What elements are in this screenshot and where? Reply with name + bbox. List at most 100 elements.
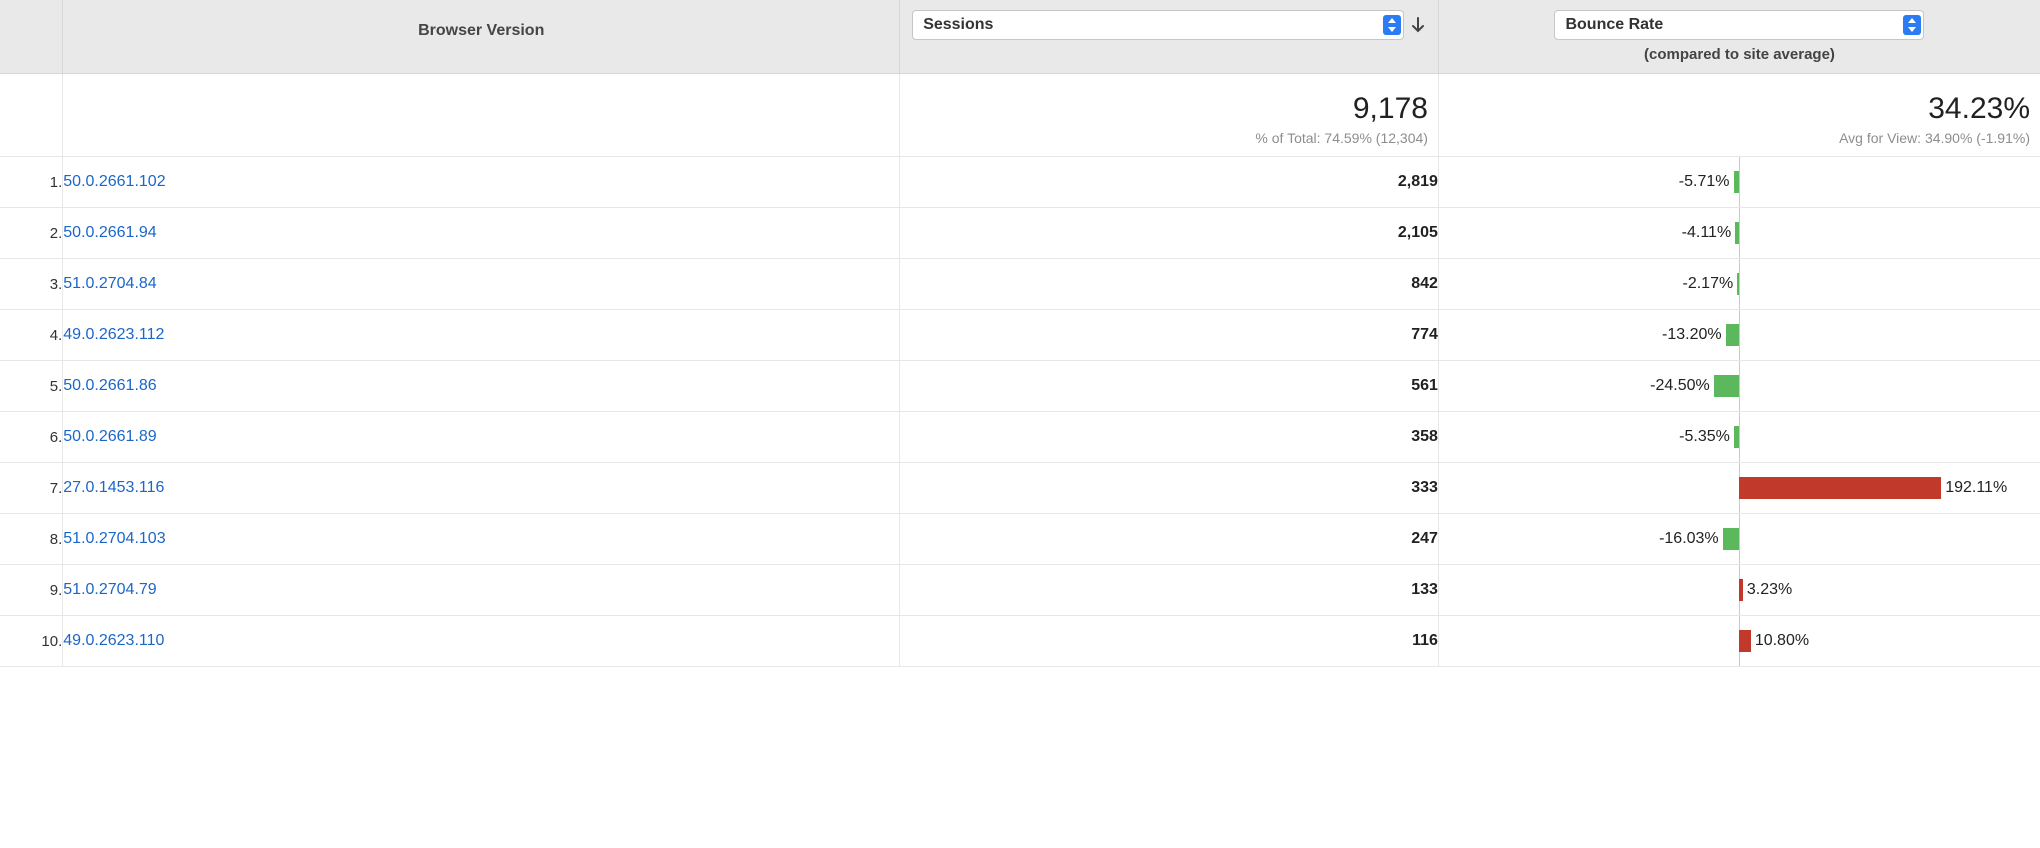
header-browser-version[interactable]: Browser Version — [63, 0, 900, 74]
positive-bar — [1739, 477, 1941, 499]
browser-version-cell: 27.0.1453.116 — [63, 463, 900, 514]
sessions-value: 2,819 — [900, 157, 1439, 208]
sessions-value: 2,105 — [900, 208, 1439, 259]
browser-version-link[interactable]: 49.0.2623.112 — [63, 326, 164, 343]
row-index: 1. — [0, 157, 63, 208]
browser-version-link[interactable]: 49.0.2623.110 — [63, 632, 164, 649]
browser-version-link[interactable]: 27.0.1453.116 — [63, 479, 164, 496]
table-row: 8.51.0.2704.103 247 -16.03% — [0, 514, 2040, 565]
bounce-delta-label: -4.11% — [1682, 224, 1732, 242]
select-arrows-icon — [1903, 15, 1921, 35]
row-index: 3. — [0, 259, 63, 310]
bounce-comparison-cell: -5.71% — [1438, 157, 2040, 208]
table-row: 3.51.0.2704.84 842 -2.17% — [0, 259, 2040, 310]
bounce-comparison-cell: -2.17% — [1438, 259, 2040, 310]
browser-version-cell: 49.0.2623.110 — [63, 616, 900, 667]
bounce-delta-label: 3.23% — [1747, 581, 1792, 599]
negative-bar — [1714, 375, 1740, 397]
browser-version-cell: 51.0.2704.84 — [63, 259, 900, 310]
table-row: 9.51.0.2704.79 133 3.23% — [0, 565, 2040, 616]
sessions-metric-select[interactable]: Sessions — [912, 10, 1404, 40]
bounce-comparison-cell: -4.11% — [1438, 208, 2040, 259]
midline — [1739, 310, 1740, 360]
bounce-comparison-cell: -24.50% — [1438, 361, 2040, 412]
header-index — [0, 0, 63, 74]
table-row: 4.49.0.2623.112 774 -13.20% — [0, 310, 2040, 361]
browser-version-link[interactable]: 50.0.2661.86 — [63, 377, 156, 394]
midline — [1739, 361, 1740, 411]
row-index: 9. — [0, 565, 63, 616]
table-row: 7.27.0.1453.116 333 192.11% — [0, 463, 2040, 514]
table-row: 6.50.0.2661.89358-5.35% — [0, 412, 2040, 463]
browser-version-cell: 50.0.2661.89 — [63, 412, 900, 463]
row-index: 5. — [0, 361, 63, 412]
bounce-metric-select[interactable]: Bounce Rate — [1554, 10, 1924, 40]
browser-version-link[interactable]: 50.0.2661.102 — [63, 173, 165, 190]
midline — [1739, 259, 1740, 309]
negative-bar — [1737, 273, 1739, 295]
midline — [1739, 157, 1740, 207]
bounce-delta-label: -2.17% — [1683, 275, 1734, 293]
midline — [1739, 208, 1740, 258]
browser-version-link[interactable]: 51.0.2704.103 — [63, 530, 165, 547]
bounce-delta-label: -16.03% — [1659, 530, 1719, 548]
sessions-value: 133 — [900, 565, 1439, 616]
midline — [1739, 514, 1740, 564]
bounce-delta-label: -5.35% — [1679, 428, 1730, 446]
bounce-delta-label: -13.20% — [1662, 326, 1722, 344]
sessions-value: 842 — [900, 259, 1439, 310]
sessions-select-label: Sessions — [923, 16, 993, 34]
bounce-delta-label: 10.80% — [1755, 632, 1809, 650]
bounce-select-label: Bounce Rate — [1565, 16, 1663, 34]
browser-version-label: Browser Version — [63, 0, 899, 62]
analytics-comparison-table: Browser Version Sessions — [0, 0, 2040, 667]
bounce-subtext: Avg for View: 34.90% (-1.91%) — [1449, 130, 2030, 146]
negative-bar — [1734, 171, 1740, 193]
bounce-delta-label: -5.71% — [1679, 173, 1730, 191]
sessions-value: 774 — [900, 310, 1439, 361]
bounce-delta-label: -24.50% — [1650, 377, 1710, 395]
browser-version-cell: 51.0.2704.103 — [63, 514, 900, 565]
bounce-comparison-cell: 3.23% — [1438, 565, 2040, 616]
header-row: Browser Version Sessions — [0, 0, 2040, 74]
table-row: 5.50.0.2661.86 561 -24.50% — [0, 361, 2040, 412]
positive-bar — [1739, 579, 1742, 601]
header-sessions: Sessions — [900, 0, 1439, 74]
bounce-comparison-cell: 192.11% — [1438, 463, 2040, 514]
header-bounce-rate: Bounce Rate (compared to site average) — [1438, 0, 2040, 74]
bounce-subtitle: (compared to site average) — [1451, 46, 2028, 63]
bounce-comparison-cell: 10.80% — [1438, 616, 2040, 667]
sessions-value: 116 — [900, 616, 1439, 667]
row-index: 2. — [0, 208, 63, 259]
sessions-value: 358 — [900, 412, 1439, 463]
browser-version-link[interactable]: 51.0.2704.79 — [63, 581, 156, 598]
browser-version-link[interactable]: 51.0.2704.84 — [63, 275, 156, 292]
bounce-delta-label: 192.11% — [1945, 479, 2007, 497]
sessions-subtext: % of Total: 74.59% (12,304) — [910, 130, 1428, 146]
bounce-comparison-cell: -13.20% — [1438, 310, 2040, 361]
sort-descending-icon[interactable] — [1410, 16, 1426, 34]
sessions-value: 561 — [900, 361, 1439, 412]
browser-version-link[interactable]: 50.0.2661.89 — [63, 428, 156, 445]
row-index: 4. — [0, 310, 63, 361]
browser-version-cell: 51.0.2704.79 — [63, 565, 900, 616]
select-arrows-icon — [1383, 15, 1401, 35]
negative-bar — [1726, 324, 1740, 346]
negative-bar — [1735, 222, 1739, 244]
table-row: 10.49.0.2623.110 116 10.80% — [0, 616, 2040, 667]
row-index: 10. — [0, 616, 63, 667]
sessions-value: 333 — [900, 463, 1439, 514]
sessions-value: 247 — [900, 514, 1439, 565]
bounce-comparison-cell: -5.35% — [1438, 412, 2040, 463]
row-index: 7. — [0, 463, 63, 514]
browser-version-cell: 50.0.2661.102 — [63, 157, 900, 208]
positive-bar — [1739, 630, 1750, 652]
table-row: 2.50.0.2661.94 2,105 -4.11% — [0, 208, 2040, 259]
bounce-comparison-cell: -16.03% — [1438, 514, 2040, 565]
bounce-total: 34.23% — [1449, 92, 2030, 126]
row-index: 8. — [0, 514, 63, 565]
browser-version-cell: 49.0.2623.112 — [63, 310, 900, 361]
browser-version-link[interactable]: 50.0.2661.94 — [63, 224, 156, 241]
midline — [1739, 412, 1740, 462]
table-row: 1.50.0.2661.102 2,819 -5.71% — [0, 157, 2040, 208]
